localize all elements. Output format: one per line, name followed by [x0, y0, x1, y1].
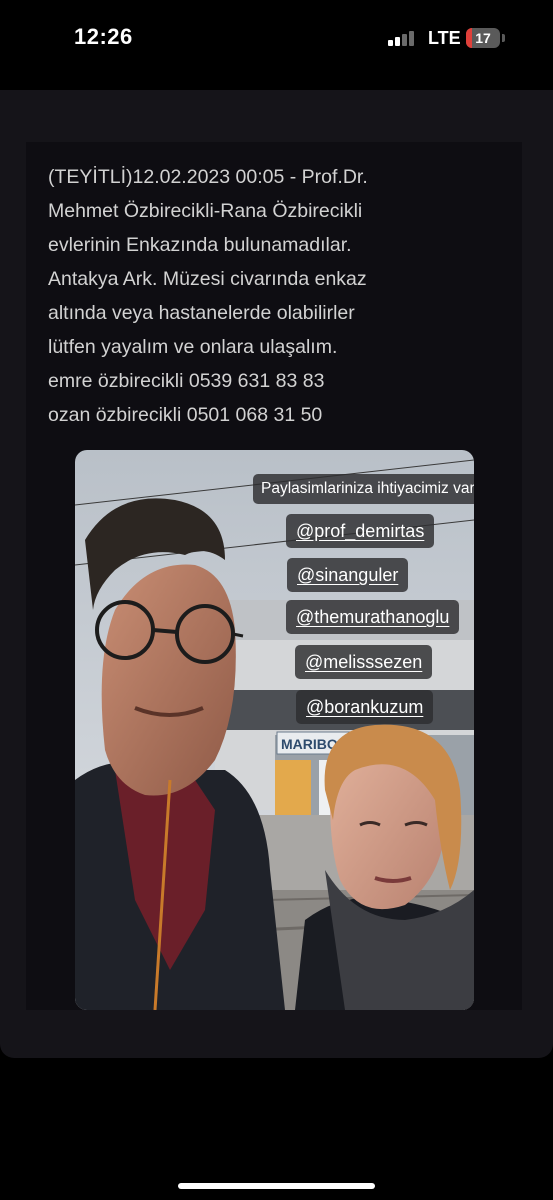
mention-tag[interactable]: @prof_demirtas — [286, 514, 435, 548]
cellular-signal-icon — [388, 30, 420, 46]
mention-tag[interactable]: @melisssezen — [295, 645, 433, 679]
status-time: 12:26 — [74, 24, 133, 49]
story-tags: Paylasimlariniza ihtiyacimiz var🙏🏻 @prof… — [75, 450, 474, 750]
battery-level: 17 — [475, 30, 491, 46]
post-line: evlerinin Enkazında bulunamadılar. — [48, 234, 352, 256]
mention-username[interactable]: @themurathanoglu — [296, 607, 449, 627]
story-caption: Paylasimlariniza ihtiyacimiz var🙏🏻 — [253, 474, 474, 504]
post-line: Antakya Ark. Müzesi civarında enkaz — [48, 268, 367, 290]
caption-text: Paylasimlariniza ihtiyacimiz var — [261, 480, 474, 497]
mention-tag[interactable]: @sinanguler — [287, 558, 409, 592]
mention-username[interactable]: @melisssezen — [305, 652, 422, 672]
post-line: emre özbirecikli 0539 631 83 83 — [48, 370, 325, 392]
home-indicator[interactable] — [178, 1183, 375, 1189]
mention-username[interactable]: @sinanguler — [297, 565, 398, 585]
battery-icon: 17 — [466, 28, 505, 48]
post-line: (TEYİTLİ)12.02.2023 00:05 - Prof.Dr. — [48, 166, 368, 188]
mention-tag[interactable]: @themurathanoglu — [286, 600, 460, 634]
mention-username[interactable]: @borankuzum — [306, 697, 423, 717]
status-bar: 12:26 LTE 17 — [0, 0, 553, 80]
network-type: LTE — [428, 28, 461, 48]
post-line: ozan özbirecikli 0501 068 31 50 — [48, 404, 323, 426]
story-photo[interactable]: MARIBOR Paylasimlariniza ihtiyacimiz var… — [75, 450, 474, 1010]
post-text: (TEYİTLİ)12.02.2023 00:05 - Prof.Dr. Meh… — [48, 160, 508, 432]
post-line: altında veya hastanelerde olabilirler — [48, 302, 355, 324]
mention-username[interactable]: @prof_demirtas — [296, 521, 424, 541]
post-line: lütfen yayalım ve onlara ulaşalım. — [48, 336, 338, 358]
post-line: Mehmet Özbirecikli-Rana Özbirecikli — [48, 200, 363, 222]
mention-tag[interactable]: @borankuzum — [296, 690, 434, 724]
